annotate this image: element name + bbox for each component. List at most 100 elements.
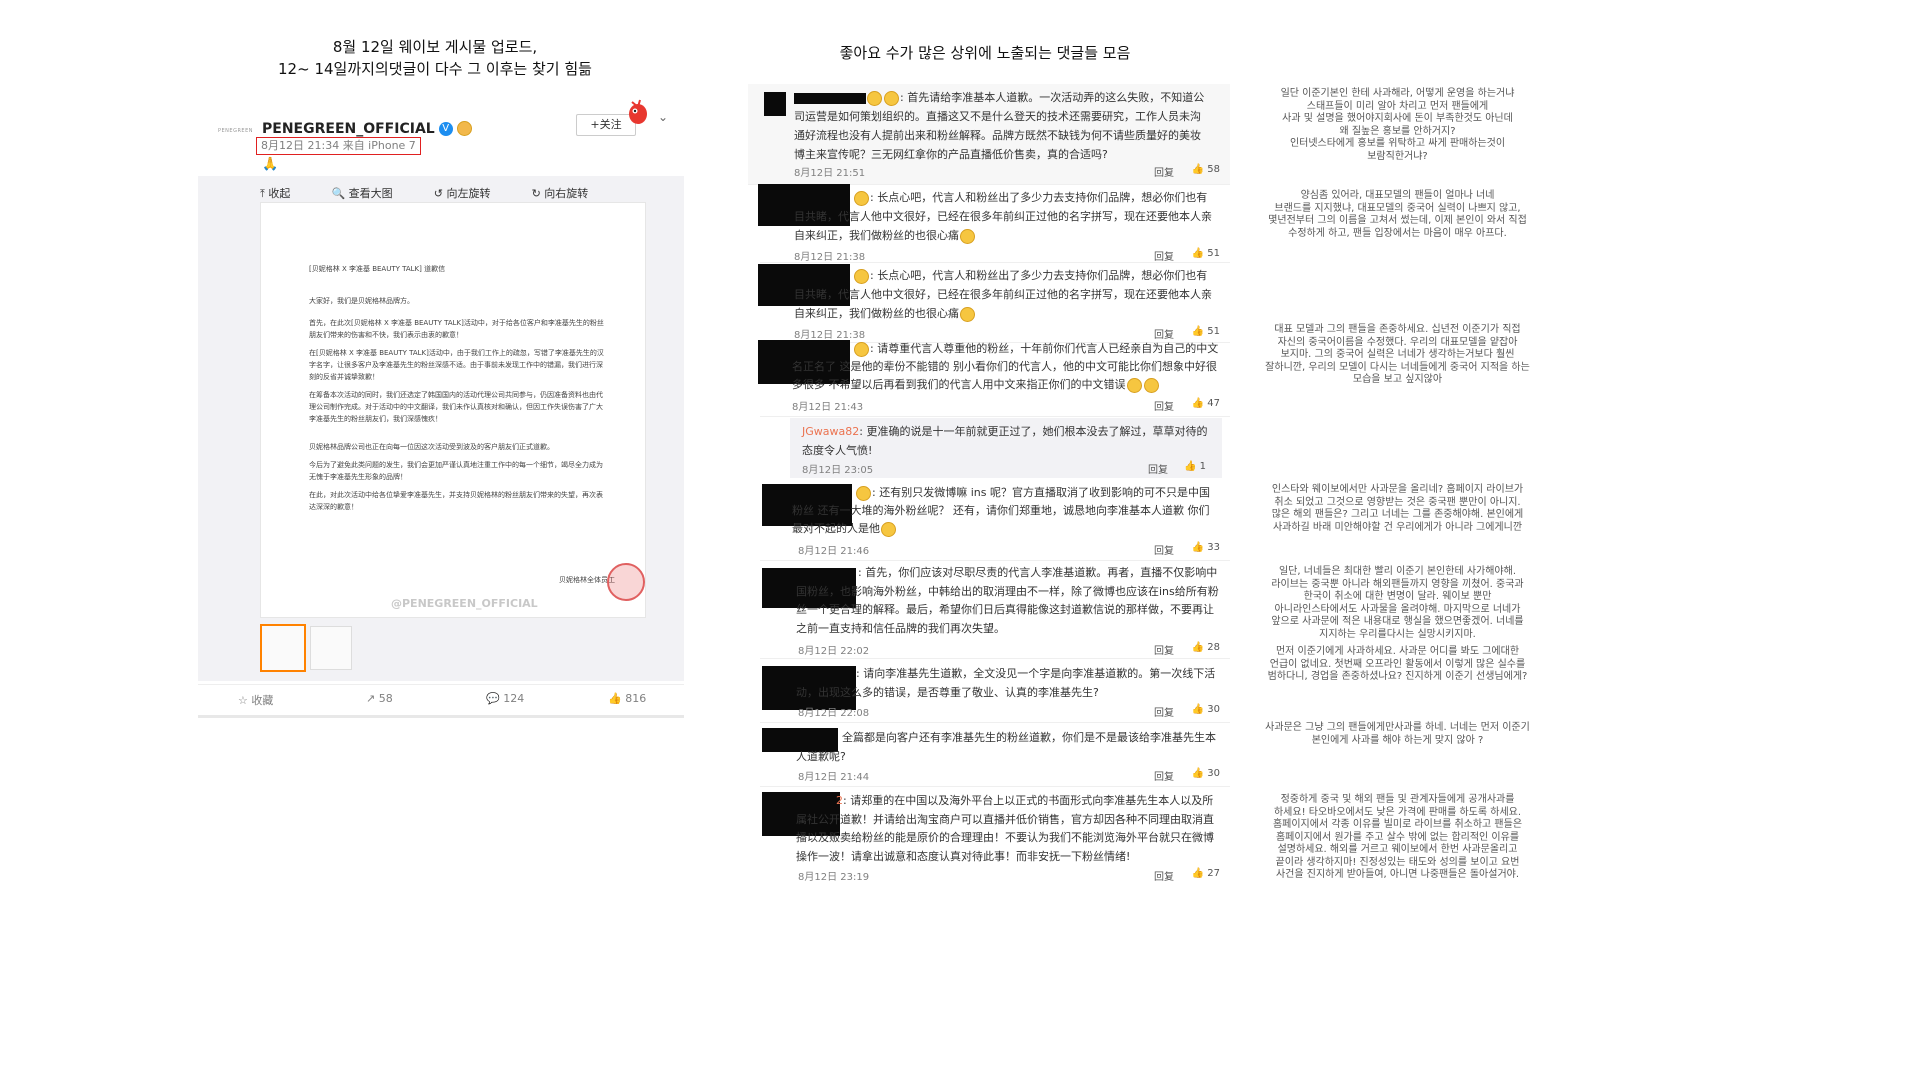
emoji-icon	[1143, 377, 1159, 393]
comment-item: : 还有别只发微博嘛 ins 呢？官方直播取消了收到影响的可不只是中国粉丝 还有…	[760, 482, 1230, 561]
like-count[interactable]: 👍 51	[1192, 326, 1220, 337]
sub-reply: JGwawa82: 更准确的说是十一年前就更正过了，她们根本没去了解过，草草对待…	[790, 418, 1222, 478]
like-count[interactable]: 👍 27	[1192, 868, 1220, 879]
badge-icon	[884, 90, 899, 106]
comment-item: : 首先，你们应该对尽职尽责的代言人李准基道歉。再者，直播不仅影响中国粉丝，也影…	[760, 562, 1230, 659]
badge-icon	[867, 90, 882, 106]
image-toolbar: ⤒ 收起 🔍 查看大图 ↺ 向左旋转 ↻ 向右旋转	[260, 182, 624, 201]
korean-note: 일단 이준기본인 한테 사과해라, 어떻게 운영을 하는거냐 스태프들이 미리 …	[1280, 88, 1515, 162]
reply-button[interactable]: 回复	[1154, 164, 1174, 179]
comment-text: : 首先请给李准基本人道歉。一次活动弄的这么失败，不知道公司运营是如何策划组织的…	[794, 90, 1205, 161]
thumbnail-2[interactable]	[310, 626, 352, 670]
comment-date: 8月12日 21:43	[792, 402, 864, 413]
chevron-down-icon[interactable]: ⌄	[658, 110, 668, 124]
brand-logo: PENEGREEN	[218, 128, 253, 134]
image-viewer: ⤒ 收起 🔍 查看大图 ↺ 向左旋转 ↻ 向右旋转 [贝妮格林 X 李准基 BE…	[198, 176, 684, 681]
reply-button[interactable]: 回复	[1154, 398, 1174, 413]
like-count[interactable]: 👍 51	[1192, 248, 1220, 259]
comment-item: : 请向李准基先生道歉，全文没见一个字是向李准基道歉的。第一次线下活动，出现这么…	[760, 662, 1230, 723]
like-count[interactable]: 👍 58	[1192, 164, 1220, 175]
thumbnail-1[interactable]	[260, 624, 306, 672]
collapse-button[interactable]: ⤒ 收起	[260, 187, 308, 200]
like-count[interactable]: 👍 30	[1192, 704, 1220, 715]
like-count[interactable]: 👍 1	[1184, 461, 1206, 472]
view-large-button[interactable]: 🔍 查看大图	[331, 187, 410, 200]
company-seal	[607, 563, 645, 601]
reply-button[interactable]: 回复	[1154, 642, 1174, 657]
comment-date: 8月12日 21:51	[794, 168, 866, 179]
redacted-username	[794, 92, 866, 104]
comment-date: 8月12日 23:05	[802, 465, 874, 476]
post-header: PENEGREEN_OFFICIAL V	[262, 118, 473, 137]
sub-reply-username[interactable]: JGwawa82	[802, 425, 859, 438]
account-name[interactable]: PENEGREEN_OFFICIAL	[262, 121, 435, 137]
favorite-button[interactable]: ☆ 收藏	[238, 692, 273, 708]
left-header-line1: 8월 12일 웨이보 게시물 업로드,	[332, 38, 538, 56]
reply-button[interactable]: 回复	[1148, 461, 1168, 476]
comment-text: 全篇都是向客户还有李准基先生的粉丝道歉，你们是不是最该给李准基先生本人道歉呢?	[796, 731, 1216, 763]
reply-button[interactable]: 回复	[1154, 704, 1174, 719]
comment-date: 8月12日 22:08	[798, 708, 870, 719]
korean-note: 양심좀 있어라, 대표모델의 팬들이 얼마나 너네 브랜드를 지지했냐, 대표모…	[1268, 190, 1527, 239]
right-header: 좋아요 수가 많은 상위에 노출되는 댓글들 모음	[839, 44, 1131, 62]
left-header: 8월 12일 웨이보 게시물 업로드, 12~ 14일까지의댓글이 다수 그 이…	[250, 36, 620, 80]
reply-button[interactable]: 回复	[1154, 542, 1174, 557]
verified-icon: V	[438, 121, 453, 136]
comment-date: 8月12日 21:38	[794, 252, 866, 263]
emoji-icon	[1126, 377, 1142, 393]
badge-icon	[854, 190, 869, 206]
korean-note: 인스타와 웨이보에서만 사과문을 올리네? 홈페이지 라이브가 취소 되었고 그…	[1271, 484, 1524, 533]
letter-para4: 贝妮格林品牌公司也正在向每一位因这次活动受到波及的客户朋友们正式道歉。	[309, 443, 554, 451]
badge-icon	[854, 268, 869, 284]
comment-text: : 请尊重代言人尊重他的粉丝，十年前你们代言人已经亲自为自己的中文名正名了 这是…	[792, 341, 1219, 393]
badge-icon	[856, 485, 871, 501]
like-count[interactable]: 👍 28	[1192, 642, 1220, 653]
comment-item: : 长点心吧，代言人和粉丝出了多少力去支持你们品牌，想必你们也有目共睹，代言人他…	[758, 184, 1230, 263]
korean-note: 일단, 너네들은 최대한 빨리 이준기 본인한테 사가해야해. 라이브는 중국뿐…	[1271, 566, 1524, 640]
like-count[interactable]: 👍 33	[1192, 542, 1220, 553]
follow-label: +关注	[590, 118, 622, 131]
korean-note: 먼저 이준기에게 사과하세요. 사과문 어디를 봐도 그에대한 언급이 없네요.…	[1267, 646, 1528, 682]
redacted-avatar	[764, 92, 786, 116]
mascot-icon	[626, 98, 650, 126]
emoji-icon	[881, 521, 896, 537]
rotate-left-button[interactable]: ↺ 向左旋转	[434, 187, 509, 200]
reply-button[interactable]: 回复	[1154, 768, 1174, 783]
comment-item: 全篇都是向客户还有李准基先生的粉丝道歉，你们是不是最该给李准基先生本人道歉呢? …	[760, 726, 1230, 787]
prayer-hands-icon: 🙏	[262, 157, 279, 172]
korean-note: 정중하게 중국 및 해외 팬들 및 관계자들에게 공개사과를 하세요! 타오바오…	[1272, 794, 1523, 880]
forward-button[interactable]: ↗ 58	[366, 692, 393, 705]
comment-button[interactable]: 💬 124	[486, 692, 524, 705]
comment-item: : 首先请给李准基本人道歉。一次活动弄的这么失败，不知道公司运营是如何策划组织的…	[748, 84, 1230, 185]
comment-text: : 长点心吧，代言人和粉丝出了多少力去支持你们品牌，想必你们也有目共睹，代言人他…	[794, 190, 1212, 244]
comment-date: 8月12日 22:02	[798, 646, 870, 657]
letter-title: [贝妮格林 X 李准基 BEAUTY TALK] 道歉信	[309, 265, 446, 273]
letter-para1: 首先，在此次[贝妮格林 X 李准基 BEAUTY TALK]活动中，对于给各位客…	[309, 319, 604, 339]
left-header-line2: 12~ 14일까지의댓글이 다수 그 이후는 찾기 힘듦	[278, 60, 592, 78]
badge-icon	[854, 341, 869, 357]
like-button[interactable]: 👍 816	[608, 692, 646, 705]
watermark: @PENEGREEN_OFFICIAL	[391, 597, 538, 610]
comment-text: : 还有别只发微博嘛 ins 呢？官方直播取消了收到影响的可不只是中国粉丝 还有…	[792, 485, 1210, 537]
rotate-right-button[interactable]: ↻ 向右旋转	[532, 187, 607, 200]
comment-date: 8月12日 21:44	[798, 772, 870, 783]
korean-note: 대표 모델과 그의 팬들을 존중하세요. 십년전 이준기가 직접 자신의 중국어…	[1265, 324, 1530, 385]
comment-text: 2: 请郑重的在中国以及海外平台上以正式的书面形式向李准基先生本人以及所属社公开…	[796, 794, 1214, 863]
post-actions: ☆ 收藏 ↗ 58 💬 124 👍 816	[198, 684, 684, 718]
comment-date: 8月12日 23:19	[798, 872, 870, 883]
comment-item: 2: 请郑重的在中国以及海外平台上以正式的书面形式向李准基先生本人以及所属社公开…	[760, 790, 1230, 886]
letter-para3: 在筹备本次活动的同时，我们还选定了韩国国内的活动代理公司共同参与，仍因准备资料也…	[309, 391, 603, 423]
letter-para5: 今后为了避免此类问题的发生，我们会更加严谨认真地注重工作中的每一个细节，竭尽全力…	[309, 461, 603, 481]
reply-button[interactable]: 回复	[1154, 868, 1174, 883]
reply-button[interactable]: 回复	[1154, 248, 1174, 263]
emoji-icon	[960, 228, 975, 244]
like-count[interactable]: 👍 47	[1192, 398, 1220, 409]
apology-letter-image[interactable]: [贝妮格林 X 李准基 BEAUTY TALK] 道歉信 大家好，我们是贝妮格林…	[260, 202, 646, 618]
emoji-icon	[960, 306, 975, 322]
letter-greeting: 大家好，我们是贝妮格林品牌方。	[309, 297, 414, 305]
sub-reply-text: JGwawa82: 更准确的说是十一年前就更正过了，她们根本没去了解过，草草对待…	[802, 425, 1208, 457]
letter-para6: 在此，对此次活动中给各位挚爱李准基先生，并支持贝妮格林的粉丝朋友们带来的失望，再…	[309, 491, 603, 511]
comment-date: 8月12日 21:46	[798, 546, 870, 557]
like-count[interactable]: 👍 30	[1192, 768, 1220, 779]
comment-text: : 长点心吧，代言人和粉丝出了多少力去支持你们品牌，想必你们也有目共睹，代言人他…	[794, 268, 1212, 322]
